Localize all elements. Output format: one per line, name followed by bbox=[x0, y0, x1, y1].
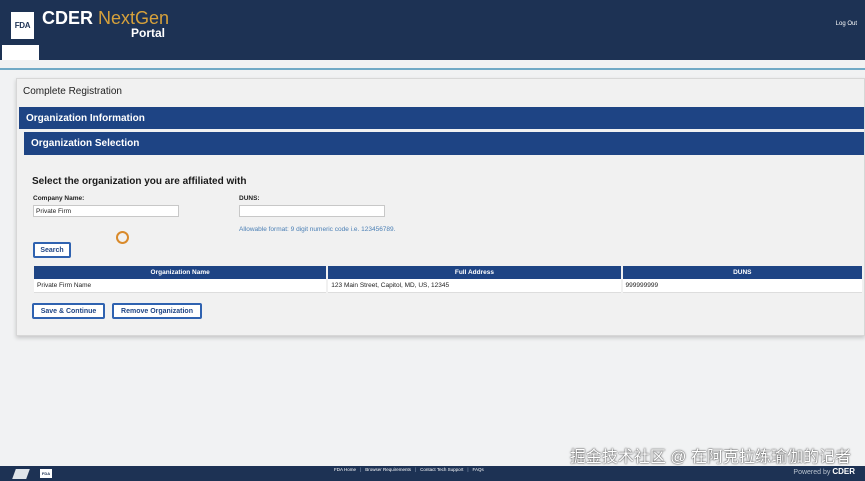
powered-by: Powered by CDER bbox=[793, 467, 855, 476]
separator: | bbox=[467, 467, 469, 472]
cursor-indicator bbox=[116, 231, 129, 244]
edit-icon bbox=[12, 469, 30, 479]
divider bbox=[0, 68, 865, 70]
fda-logo: FDA bbox=[11, 12, 34, 39]
company-name-label: Company Name: bbox=[33, 195, 85, 202]
cell-full-address: 123 Main Street, Capitol, MD, US, 12345 bbox=[328, 279, 621, 293]
brand-nextgen: NextGen bbox=[98, 8, 170, 28]
brand-portal: Portal bbox=[131, 26, 166, 40]
cell-duns: 999999999 bbox=[622, 279, 862, 293]
brand-title: CDER NextGen bbox=[42, 9, 169, 27]
table-row[interactable]: Private Firm Name 123 Main Street, Capit… bbox=[34, 279, 862, 293]
brand-cder: CDER bbox=[42, 8, 94, 28]
footer-link-faqs[interactable]: FAQs bbox=[473, 467, 484, 472]
section-organization-information: Organization Information bbox=[19, 107, 864, 129]
header-bar: FDA CDER NextGen Portal Log Out bbox=[0, 0, 865, 60]
organization-table: Organization Name Full Address DUNS Priv… bbox=[32, 266, 864, 293]
registration-card: Complete Registration Organization Infor… bbox=[16, 78, 865, 336]
header-tab[interactable] bbox=[2, 45, 39, 60]
footer-links: FDA Home | Browser Requirements | Contac… bbox=[334, 467, 484, 472]
column-header-duns[interactable]: DUNS bbox=[622, 266, 862, 279]
separator: | bbox=[360, 467, 362, 472]
footer-bar: FDA FDA Home | Browser Requirements | Co… bbox=[0, 466, 865, 481]
save-continue-button[interactable]: Save & Continue bbox=[32, 303, 105, 319]
remove-organization-button[interactable]: Remove Organization bbox=[112, 303, 202, 319]
footer-link-browser-requirements[interactable]: Browser Requirements bbox=[365, 467, 411, 472]
table-header-row: Organization Name Full Address DUNS bbox=[34, 266, 862, 279]
select-heading: Select the organization you are affiliat… bbox=[32, 176, 247, 187]
logout-link[interactable]: Log Out bbox=[836, 21, 857, 27]
separator: | bbox=[414, 467, 417, 472]
column-header-organization-name[interactable]: Organization Name bbox=[34, 266, 327, 279]
footer-link-fda-home[interactable]: FDA Home bbox=[334, 467, 356, 472]
duns-format-hint: Allowable format: 9 digit numeric code i… bbox=[239, 226, 396, 233]
page-title: Complete Registration bbox=[23, 86, 122, 97]
powered-by-label: Powered by bbox=[793, 469, 831, 476]
footer-link-contact-tech-support[interactable]: Contact Tech Support bbox=[420, 467, 463, 472]
footer-fda-logo: FDA bbox=[40, 469, 52, 478]
search-button[interactable]: Search bbox=[33, 242, 71, 258]
section-organization-selection: Organization Selection bbox=[24, 132, 864, 155]
cell-organization-name: Private Firm Name bbox=[34, 279, 327, 293]
duns-label: DUNS: bbox=[239, 195, 260, 202]
column-header-full-address[interactable]: Full Address bbox=[328, 266, 621, 279]
powered-by-brand: CDER bbox=[832, 467, 855, 476]
company-name-input[interactable] bbox=[33, 205, 179, 217]
duns-input[interactable] bbox=[239, 205, 385, 217]
watermark-text: 掘金技术社区 @ 在阿克拉练瑜伽的记者 bbox=[569, 449, 851, 466]
